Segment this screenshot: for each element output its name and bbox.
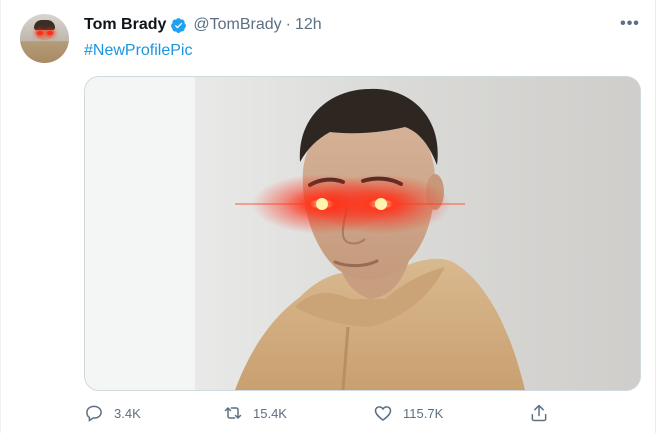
profile-avatar[interactable] xyxy=(20,14,69,63)
reply-icon xyxy=(86,405,102,422)
verified-badge-icon xyxy=(170,17,187,34)
reply-button[interactable]: 3.4K xyxy=(84,402,141,424)
tweet-header: Tom Brady @TomBrady · 12h xyxy=(84,14,322,36)
retweet-icon xyxy=(224,407,242,419)
author-name[interactable]: Tom Brady xyxy=(84,16,166,34)
separator-dot: · xyxy=(285,16,291,33)
tweet-card[interactable]: Tom Brady @TomBrady · 12h ••• #NewProfil… xyxy=(0,0,656,433)
retweet-count: 15.4K xyxy=(253,405,287,421)
avatar-laser-eye-right xyxy=(47,31,53,35)
author-handle[interactable]: @TomBrady xyxy=(193,16,281,34)
laser-eye-left xyxy=(316,198,328,210)
more-icon[interactable]: ••• xyxy=(619,14,641,34)
tweet-actions: 3.4K 15.4K 115.7K xyxy=(84,402,564,424)
avatar-laser-eye-left xyxy=(37,31,43,35)
share-icon xyxy=(531,404,547,422)
tweet-timestamp[interactable]: 12h xyxy=(295,16,322,34)
tweet-photo[interactable] xyxy=(84,76,641,391)
share-button[interactable] xyxy=(529,402,549,424)
window-light xyxy=(85,77,195,390)
like-count: 115.7K xyxy=(403,405,444,421)
like-button[interactable]: 115.7K xyxy=(373,402,443,424)
avatar-hair xyxy=(34,20,55,30)
laser-eye-right xyxy=(375,198,387,210)
reply-count: 3.4K xyxy=(114,405,141,421)
tweet-text-hashtag[interactable]: #NewProfilePic xyxy=(84,42,192,60)
like-icon xyxy=(374,406,392,422)
photo-illustration xyxy=(85,77,525,390)
retweet-button[interactable]: 15.4K xyxy=(223,402,287,424)
